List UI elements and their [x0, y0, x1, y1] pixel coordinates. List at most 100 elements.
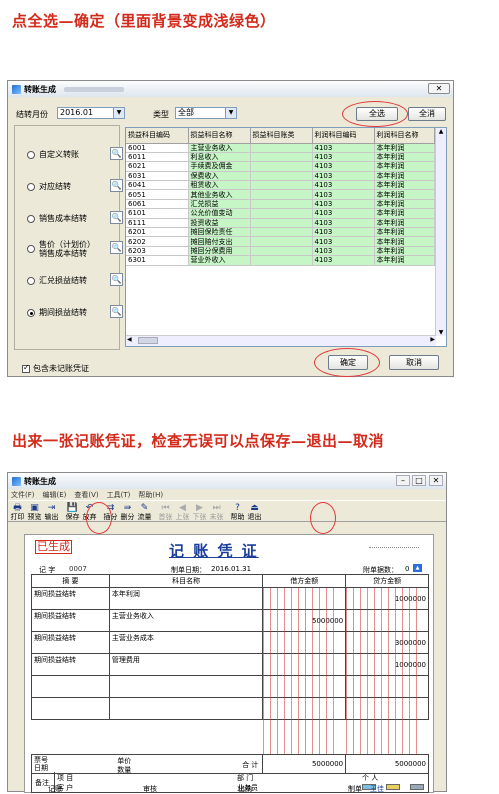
option-custom[interactable]: 自定义转账 [27, 150, 79, 159]
radio-icon[interactable] [27, 150, 35, 159]
menu-item[interactable]: 查看(V) [74, 490, 98, 500]
scroll-up-icon[interactable]: ▲ [436, 128, 446, 135]
price-qty-cell: 单价 数量 合 计 [109, 754, 264, 774]
scroll-thumb[interactable] [138, 337, 158, 344]
search-button[interactable]: 🔍 [110, 241, 123, 254]
save-button[interactable]: 💾 保存 [64, 501, 81, 521]
table-cell: 6201 [126, 227, 189, 238]
radio-icon[interactable] [27, 245, 35, 253]
radio-selected-icon[interactable] [27, 308, 35, 317]
option-exchange[interactable]: 汇兑损益结转 [27, 276, 87, 285]
search-button[interactable]: 🔍 [110, 273, 123, 286]
table-row[interactable]: 6202 摊回赔付支出 4103 本年利润 [126, 236, 435, 247]
exit-button[interactable]: ⏏ 退出 [246, 501, 263, 521]
voucher-empty-cell[interactable] [108, 697, 264, 720]
column-header[interactable]: 损益科目编码 [126, 128, 189, 144]
voucher-empty-cell[interactable] [108, 675, 264, 698]
month-select[interactable]: 2016.01 ▼ [57, 107, 125, 119]
scroll-down-icon[interactable]: ▼ [436, 329, 446, 336]
scroll-right-icon[interactable]: ▶ [430, 336, 435, 343]
cancel-button[interactable]: 取消 [389, 355, 439, 370]
chevron-down-icon[interactable]: ▼ [113, 108, 124, 118]
table-row[interactable]: 6021 手续费及佣金 4103 本年利润 [126, 161, 435, 172]
date-value[interactable]: 2016.01.31 [211, 565, 251, 573]
ticket-cell: 票号 日期 [31, 754, 110, 774]
table-cell: 4103 [312, 161, 375, 172]
menu-item[interactable]: 文件(F) [11, 490, 35, 500]
table-row[interactable]: 6001 主营业务收入 4103 本年利润 [126, 143, 435, 153]
voucher-account-cell[interactable]: 主营业务收入 [108, 609, 264, 632]
preview-button[interactable]: ▣ 预览 [26, 501, 43, 521]
close-button[interactable]: ✕ [428, 83, 450, 94]
generated-stamp: 已生成 [35, 540, 72, 554]
search-button[interactable]: 🔍 [110, 179, 123, 192]
checkbox-checked-icon[interactable] [22, 363, 30, 373]
option-corresponding[interactable]: 对应结转 [27, 182, 71, 191]
radio-icon[interactable] [27, 182, 35, 191]
menu-item[interactable]: 帮助(H) [138, 490, 163, 500]
table-row[interactable]: 6111 投资收益 4103 本年利润 [126, 218, 435, 229]
radio-icon[interactable] [27, 214, 35, 223]
option-label: 对应结转 [39, 182, 71, 191]
table-cell: 6111 [126, 218, 189, 229]
voucher-summary-cell[interactable]: 期间损益结转 [31, 587, 110, 610]
column-header[interactable]: 损益科目账类 [250, 128, 313, 144]
scroll-left-icon[interactable]: ◀ [127, 336, 132, 343]
voucher-summary-cell[interactable]: 期间损益结转 [31, 631, 110, 654]
vertical-scrollbar[interactable]: ▲ ▼ [435, 128, 446, 336]
table-row[interactable]: 6301 营业外收入 4103 本年利润 [126, 255, 435, 266]
table-row[interactable]: 6051 其他业务收入 4103 本年利润 [126, 189, 435, 200]
minimize-button[interactable]: – [396, 475, 410, 486]
delete-line-button[interactable]: ⇛ 删分 [119, 501, 136, 521]
search-button[interactable]: 🔍 [110, 211, 123, 224]
table-cell [250, 161, 313, 172]
close-button[interactable]: ✕ [429, 475, 443, 486]
search-button[interactable]: 🔍 [110, 147, 123, 160]
highlight-circle-exit [310, 502, 336, 534]
table-row[interactable]: 6203 摊回分保费用 4103 本年利润 [126, 246, 435, 257]
cashflow-button[interactable]: ✎ 流量 [136, 501, 153, 521]
table-row[interactable]: 6101 公允价值变动 4103 本年利润 [126, 208, 435, 219]
voucher-number[interactable]: 0007 [69, 565, 87, 573]
voucher-empty-cell[interactable] [31, 675, 110, 698]
table-cell: 汇兑损益 [188, 199, 251, 210]
menu-item[interactable]: 工具(T) [107, 490, 131, 500]
help-button[interactable]: ? 帮助 [229, 501, 246, 521]
table-row[interactable]: 6041 租赁收入 4103 本年利润 [126, 180, 435, 191]
voucher-account-cell[interactable]: 本年利润 [108, 587, 264, 610]
voucher-summary-cell[interactable]: 期间损益结转 [31, 609, 110, 632]
voucher-account-cell[interactable]: 管理费用 [108, 653, 264, 676]
voucher-account-cell[interactable]: 主营业务成本 [108, 631, 264, 654]
next-button[interactable]: ▶ 下张 [191, 501, 208, 521]
table-row[interactable]: 6201 摊回保险责任 4103 本年利润 [126, 227, 435, 238]
first-button[interactable]: ⏮ 首张 [157, 501, 174, 521]
type-select[interactable]: 全部 ▼ [175, 107, 237, 119]
last-button[interactable]: ⏭ 末张 [208, 501, 225, 521]
option-period-pl[interactable]: 期间损益结转 [27, 308, 87, 317]
export-button[interactable]: ⇥ 输出 [43, 501, 60, 521]
table-row[interactable]: 6031 保费收入 4103 本年利润 [126, 171, 435, 182]
toolbar-label: 下张 [192, 513, 207, 521]
voucher-empty-cell[interactable] [31, 697, 110, 720]
column-header[interactable]: 利润科目名称 [374, 128, 435, 144]
option-sales-cost[interactable]: 销售成本结转 [27, 214, 87, 223]
last-page-icon: ⏭ [212, 503, 221, 513]
column-header[interactable]: 损益科目名称 [188, 128, 251, 144]
include-unposted-checkbox[interactable]: 包含未记账凭证 [22, 363, 89, 374]
horizontal-scrollbar[interactable]: ◀ ▶ [126, 335, 436, 346]
voucher-summary-cell[interactable]: 期间损益结转 [31, 653, 110, 676]
table-row[interactable]: 6061 汇兑损益 4103 本年利润 [126, 199, 435, 210]
chevron-down-icon[interactable]: ▼ [225, 108, 236, 118]
previous-button[interactable]: ◀ 上张 [174, 501, 191, 521]
radio-icon[interactable] [27, 276, 35, 285]
column-header[interactable]: 利润科目编码 [312, 128, 375, 144]
clear-all-button[interactable]: 全消 [408, 107, 446, 121]
maximize-button[interactable]: □ [412, 475, 426, 486]
menu-item[interactable]: 编辑(E) [43, 490, 67, 500]
print-button[interactable]: 🖶 打印 [9, 501, 26, 521]
search-button[interactable]: 🔍 [110, 305, 123, 318]
attachment-icon[interactable]: ▲ [413, 564, 422, 572]
option-price-sales-cost[interactable]: 售价（计划价） 销售成本结转 [27, 240, 95, 258]
table-row[interactable]: 6011 利息收入 4103 本年利润 [126, 152, 435, 163]
attachment-count[interactable]: 0 [405, 565, 409, 573]
